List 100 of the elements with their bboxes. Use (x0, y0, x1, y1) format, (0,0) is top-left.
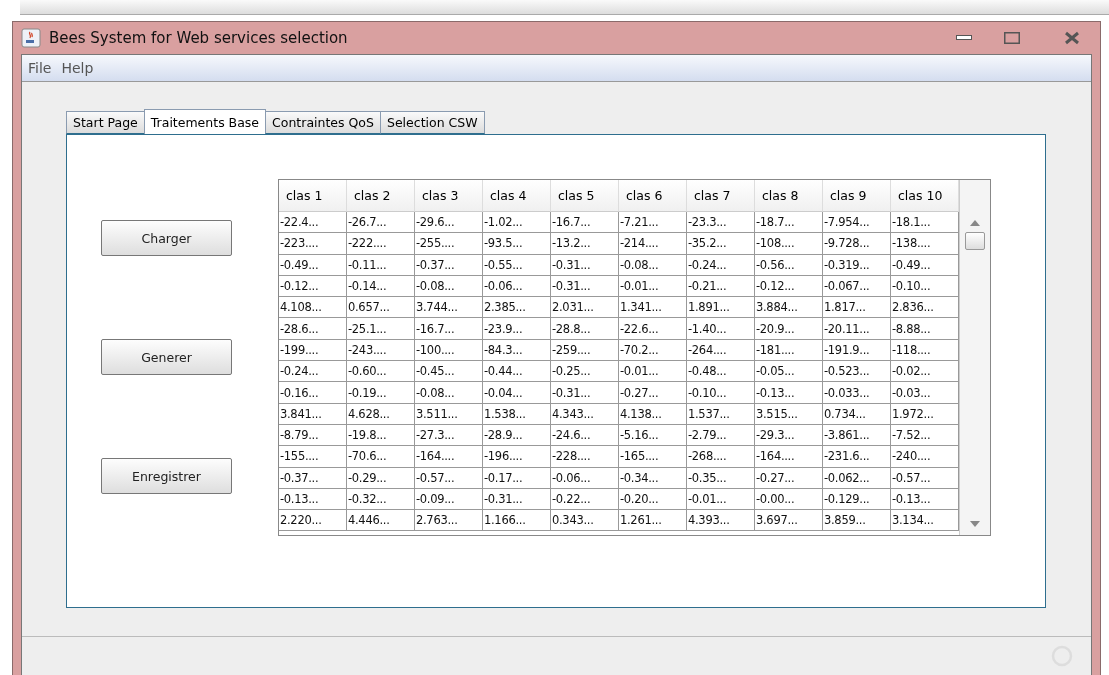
table-cell: -0.45... (415, 361, 483, 383)
table-cell: -0.31... (483, 488, 551, 511)
table-cell: 0.734... (823, 403, 891, 425)
table-cell: -29.6... (415, 212, 483, 234)
table-cell: -0.20... (619, 488, 687, 511)
table-cell: -0.21... (687, 275, 755, 298)
action-button[interactable]: Charger (101, 220, 232, 256)
table-cell: -0.067... (823, 275, 891, 298)
table-cell: 4.343... (551, 403, 619, 425)
table-cell: -181.... (755, 339, 823, 362)
table-cell: 2.385... (483, 297, 551, 319)
table-cell: 4.446... (347, 510, 415, 532)
table-cell: 1.537... (687, 403, 755, 425)
scroll-up-icon[interactable] (970, 220, 980, 226)
table-cell: -0.09... (415, 488, 483, 511)
column-header[interactable]: clas 5 (551, 180, 619, 212)
table-cell: -0.34... (619, 467, 687, 489)
maximize-icon[interactable] (1004, 32, 1020, 44)
table-cell: 0.343... (551, 510, 619, 532)
table-cell: -222.... (347, 233, 415, 255)
table-cell: -0.319... (823, 254, 891, 276)
column-header[interactable]: clas 2 (347, 180, 415, 212)
table-cell: -0.35... (687, 467, 755, 489)
table-cell: -19.8... (347, 424, 415, 447)
table-cell: 4.393... (687, 510, 755, 532)
table-cell: -0.24... (279, 361, 347, 383)
table-cell: -0.08... (619, 254, 687, 276)
column-header[interactable]: clas 7 (687, 180, 755, 212)
column-header[interactable]: clas 10 (891, 180, 959, 212)
table-cell: -0.04... (483, 382, 551, 404)
menu-item[interactable]: Help (61, 60, 94, 76)
table-cell: -255.... (415, 233, 483, 255)
table-cell: -164.... (415, 446, 483, 468)
table-cell: -0.22... (551, 488, 619, 511)
table-cell: -28.9... (483, 424, 551, 447)
table-cell: -24.6... (551, 424, 619, 447)
tab[interactable]: Selection CSW (379, 111, 485, 134)
table-cell: -0.13... (755, 382, 823, 404)
column-header[interactable]: clas 1 (279, 180, 347, 212)
table-cell: -0.05... (755, 361, 823, 383)
table-cell: -70.6... (347, 446, 415, 468)
table-cell: -165.... (619, 446, 687, 468)
tab[interactable]: Contraintes QoS (265, 111, 381, 134)
table-cell: -155.... (279, 446, 347, 468)
tab[interactable]: Traitements Base (143, 109, 267, 134)
table-cell: -25.1... (347, 318, 415, 340)
table-cell: -13.2... (551, 233, 619, 255)
scroll-down-icon[interactable] (970, 521, 980, 527)
table-cell: -0.129... (823, 488, 891, 511)
table-cell: 4.108... (279, 297, 347, 319)
table-cell: -0.16... (279, 382, 347, 404)
tab[interactable]: Start Page (66, 111, 145, 134)
minimize-icon[interactable] (956, 35, 972, 41)
table-cell: -23.9... (483, 318, 551, 340)
table-cell: -0.00... (755, 488, 823, 511)
close-icon[interactable] (1064, 31, 1080, 45)
table-cell: 2.220... (279, 510, 347, 532)
table-cell: -0.37... (279, 467, 347, 489)
table-cell: -0.60... (347, 361, 415, 383)
table-cell: -84.3... (483, 339, 551, 362)
table-cell: -214.... (619, 233, 687, 255)
table-cell: -23.3... (687, 212, 755, 234)
table-cell: 1.166... (483, 510, 551, 532)
table-cell: -228.... (551, 446, 619, 468)
table-cell: -8.79... (279, 424, 347, 447)
action-button[interactable]: Generer (101, 339, 232, 375)
menu-item[interactable]: File (28, 60, 52, 76)
column-header[interactable]: clas 3 (415, 180, 483, 212)
table-cell: 3.515... (755, 403, 823, 425)
table-cell: -0.32... (347, 488, 415, 511)
table-cell: -0.31... (551, 382, 619, 404)
table-cell: 3.884... (755, 297, 823, 319)
table-cell: -268.... (687, 446, 755, 468)
table-cell: 4.628... (347, 403, 415, 425)
table-cell: -1.40... (687, 318, 755, 340)
table-cell: -35.2... (687, 233, 755, 255)
table-cell: -16.7... (415, 318, 483, 340)
table-cell: -20.11... (823, 318, 891, 340)
column-header[interactable]: clas 9 (823, 180, 891, 212)
table-cell: -100.... (415, 339, 483, 362)
table-cell: -0.37... (415, 254, 483, 276)
table-cell: -259.... (551, 339, 619, 362)
column-header[interactable]: clas 8 (755, 180, 823, 212)
column-header[interactable]: clas 6 (619, 180, 687, 212)
table-cell: -0.55... (483, 254, 551, 276)
table-cell: -0.27... (755, 467, 823, 489)
action-button[interactable]: Enregistrer (101, 458, 232, 494)
table-cell: -0.08... (415, 382, 483, 404)
table-cell: -0.10... (687, 382, 755, 404)
table-cell: 3.697... (755, 510, 823, 532)
table-cell: -0.523... (823, 361, 891, 383)
scroll-thumb[interactable] (965, 232, 985, 250)
table-cell: -0.29... (347, 467, 415, 489)
table-cell: -0.06... (551, 467, 619, 489)
table-cell: -0.27... (619, 382, 687, 404)
table-cell: 2.763... (415, 510, 483, 532)
column-header[interactable]: clas 4 (483, 180, 551, 212)
table-cell: -18.7... (755, 212, 823, 234)
table-cell: -0.49... (279, 254, 347, 276)
table-cell: -0.12... (279, 275, 347, 298)
